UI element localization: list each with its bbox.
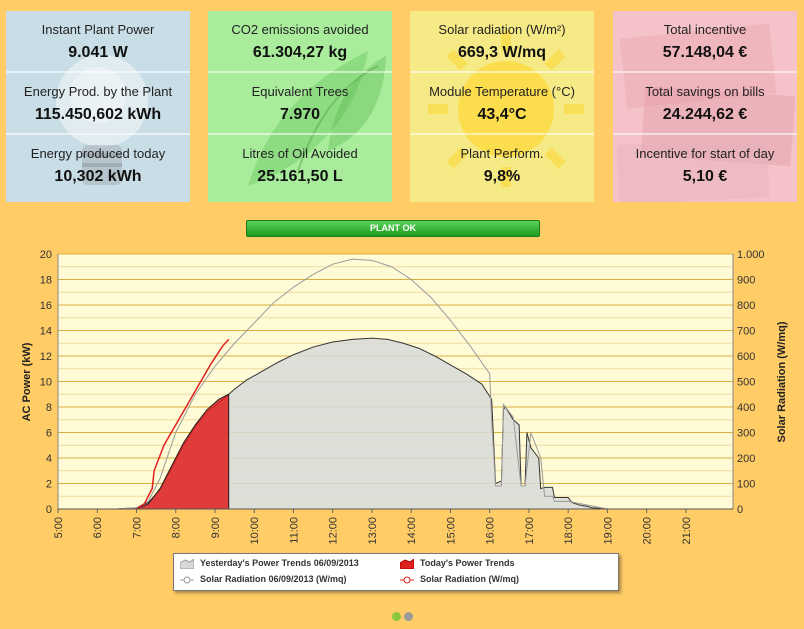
x-tick-label: 13:00 — [367, 517, 379, 545]
grey-area-icon — [180, 558, 194, 569]
y-tick-label: 16 — [40, 300, 52, 312]
panel-label: Plant Perform. — [460, 146, 544, 161]
chart-legend: Yesterday's Power Trends 06/09/2013 Toda… — [173, 553, 619, 591]
panel-environment: CO2 emissions avoided 61.304,27 kg Equiva… — [208, 11, 392, 202]
y-tick-label-right: 900 — [737, 275, 755, 287]
x-tick-label: 16:00 — [485, 517, 497, 545]
panel-value: 25.161,50 L — [257, 168, 343, 185]
x-tick-label: 11:00 — [288, 517, 300, 544]
legend-label: Yesterday's Power Trends 06/09/2013 — [200, 558, 359, 568]
legend-item-today-power[interactable]: Today's Power Trends — [400, 556, 515, 570]
y-tick-label: 8 — [46, 402, 52, 414]
y-tick-label-right: 0 — [737, 504, 743, 516]
panel-label: Total savings on bills — [645, 84, 765, 99]
x-tick-label: 7:00 — [131, 517, 143, 538]
panel-economics: Total incentive 57.148,04 € Total savings… — [613, 11, 797, 202]
panel-label: Instant Plant Power — [41, 22, 155, 37]
y-tick-label-right: 400 — [737, 402, 755, 414]
panel-label: Module Temperature (°C) — [429, 84, 575, 99]
legend-label: Today's Power Trends — [420, 558, 515, 568]
y-tick-label-right: 800 — [737, 300, 755, 312]
panel-energy: Instant Plant Power 9.041 W Energy Prod. … — [6, 11, 190, 202]
panel-label: Litres of Oil Avoided — [242, 146, 358, 161]
x-tick-label: 8:00 — [171, 517, 183, 538]
panel-value: 57.148,04 € — [662, 44, 748, 61]
y-tick-label-right: 200 — [737, 453, 755, 465]
panel-value: 669,3 W/mq — [457, 44, 547, 61]
plant-status-button[interactable]: PLANT OK — [246, 220, 540, 237]
legend-item-today-radiation[interactable]: Solar Radiation (W/mq) — [400, 572, 519, 586]
x-tick-label: 15:00 — [445, 517, 457, 545]
y-tick-label: 2 — [46, 479, 52, 491]
x-tick-label: 18:00 — [563, 517, 575, 545]
page-dot-active-icon[interactable] — [392, 612, 401, 621]
legend-item-yesterday-radiation[interactable]: Solar Radiation 06/09/2013 (W/mq) — [180, 572, 347, 586]
x-tick-label: 6:00 — [92, 517, 104, 538]
red-area-icon — [400, 558, 414, 569]
legend-item-yesterday-power[interactable]: Yesterday's Power Trends 06/09/2013 — [180, 556, 359, 570]
x-tick-label: 17:00 — [524, 517, 536, 545]
x-tick-label: 10:00 — [249, 517, 261, 545]
panel-solar: Solar radiation (W/m²) 669,3 W/mq Module … — [410, 11, 594, 202]
x-tick-label: 14:00 — [406, 517, 418, 545]
panel-value: 7.970 — [279, 106, 321, 123]
x-tick-label: 12:00 — [328, 517, 340, 545]
power-chart: 0246810121416182001002003004005006007008… — [21, 249, 788, 545]
grey-line-marker-icon — [180, 576, 194, 584]
panel-value: 24.244,62 € — [662, 106, 748, 123]
panel-value: 5,10 € — [682, 168, 728, 185]
y-tick-label: 14 — [40, 326, 52, 338]
y-tick-label: 20 — [40, 249, 52, 261]
y-tick-label-right: 700 — [737, 326, 755, 338]
legend-label: Solar Radiation 06/09/2013 (W/mq) — [200, 574, 347, 584]
x-tick-label: 19:00 — [602, 517, 614, 545]
y-tick-label: 18 — [40, 275, 52, 287]
x-tick-label: 9:00 — [210, 517, 222, 538]
panel-label: Incentive for start of day — [635, 146, 775, 161]
y-tick-label-right: 500 — [737, 377, 755, 389]
y-tick-label: 4 — [46, 453, 52, 465]
y-tick-label: 0 — [46, 504, 52, 516]
y-tick-label-right: 100 — [737, 479, 755, 491]
legend-label: Solar Radiation (W/mq) — [420, 574, 519, 584]
y-axis-label-right: Solar Radiation (W/mq) — [776, 321, 788, 442]
y-tick-label: 12 — [40, 351, 52, 363]
panel-value: 115.450,602 kWh — [34, 106, 162, 123]
y-tick-label-right: 600 — [737, 351, 755, 363]
y-axis-label-left: AC Power (kW) — [21, 342, 33, 421]
panel-label: Total incentive — [663, 22, 747, 37]
panel-value: 9.041 W — [68, 44, 128, 61]
panel-label: Energy produced today — [30, 146, 166, 161]
panel-label: Energy Prod. by the Plant — [23, 84, 173, 99]
panel-label: Equivalent Trees — [251, 84, 349, 99]
y-tick-label: 6 — [46, 428, 52, 440]
panel-value: 61.304,27 kg — [252, 44, 348, 61]
x-tick-label: 20:00 — [642, 517, 654, 545]
y-tick-label-right: 1.000 — [737, 249, 765, 261]
panel-value: 9,8% — [483, 168, 521, 185]
red-line-marker-icon — [400, 576, 414, 584]
y-tick-label-right: 300 — [737, 428, 755, 440]
panel-label: CO2 emissions avoided — [231, 22, 369, 37]
page-dot-icon[interactable] — [404, 612, 413, 621]
pager — [392, 608, 416, 626]
y-tick-label: 10 — [40, 377, 52, 389]
panel-label: Solar radiation (W/m²) — [438, 22, 566, 37]
x-tick-label: 5:00 — [53, 517, 65, 538]
panel-value: 10,302 kWh — [54, 168, 142, 185]
x-tick-label: 21:00 — [681, 517, 693, 545]
panel-value: 43,4°C — [477, 106, 527, 123]
